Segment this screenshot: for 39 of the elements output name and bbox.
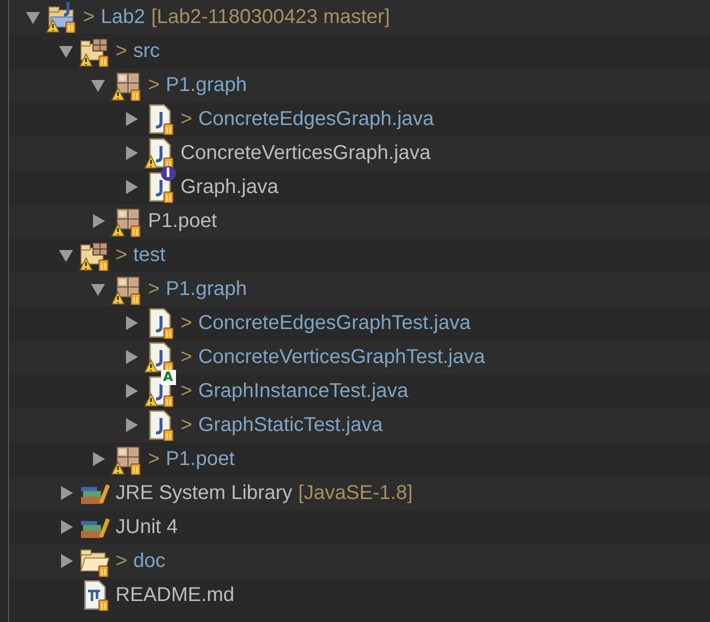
tree-item-label[interactable]: P1.graph	[166, 74, 247, 96]
tree-item-label[interactable]: doc	[133, 550, 166, 572]
item-decoration: [Lab2-1180300423 master]	[151, 6, 390, 28]
change-marker: >	[180, 414, 192, 436]
tree-item-label[interactable]: ConcreteVerticesGraphTest.java	[198, 346, 485, 368]
item-decoration: [JavaSE-1.8]	[298, 482, 413, 504]
expand-arrow-icon[interactable]	[90, 451, 106, 467]
change-marker: >	[180, 312, 192, 334]
tree-item-label[interactable]: GraphInstanceTest.java	[198, 380, 408, 402]
tree-item-label[interactable]: P1.poet	[166, 448, 235, 470]
change-marker: >	[116, 40, 128, 62]
change-marker: >	[148, 74, 160, 96]
change-marker: >	[83, 6, 95, 28]
tree-item-label[interactable]: JUnit 4	[116, 516, 178, 538]
tree-item-label[interactable]: ConcreteEdgesGraph.java	[198, 108, 434, 130]
tree-item-label[interactable]: Graph.java	[180, 176, 278, 198]
change-marker: >	[180, 380, 192, 402]
change-marker: >	[116, 244, 128, 266]
collapse-arrow-icon[interactable]	[90, 281, 106, 297]
tree-item-label[interactable]: P1.poet	[148, 210, 217, 232]
tree-item-label[interactable]: src	[133, 40, 160, 62]
tree-item-label[interactable]: GraphStaticTest.java	[198, 414, 383, 436]
tree-item-label[interactable]: P1.graph	[166, 278, 247, 300]
change-marker: >	[148, 278, 160, 300]
tree-item-label[interactable]: Lab2	[100, 6, 146, 28]
tree-item-label[interactable]: README.md	[116, 584, 234, 606]
collapse-arrow-icon[interactable]	[90, 77, 106, 93]
change-marker: >	[180, 108, 192, 130]
tree-item-label[interactable]: ConcreteEdgesGraphTest.java	[198, 312, 471, 334]
tree-item-label[interactable]: test	[133, 244, 166, 266]
tree-item-label[interactable]: JRE System Library	[116, 482, 292, 504]
expand-arrow-icon[interactable]	[90, 213, 106, 229]
change-marker: >	[148, 448, 160, 470]
change-marker: >	[116, 550, 128, 572]
collapse-arrow-icon[interactable]	[58, 43, 74, 59]
collapse-arrow-icon[interactable]	[58, 247, 74, 263]
collapse-arrow-icon[interactable]	[25, 9, 41, 25]
type-letter: A	[160, 370, 176, 385]
change-marker: >	[180, 346, 192, 368]
